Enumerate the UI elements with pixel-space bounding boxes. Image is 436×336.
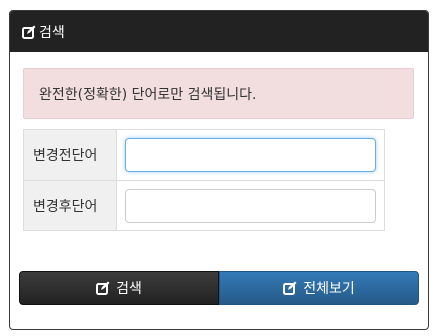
panel-title: 검색 xyxy=(39,24,65,41)
form-row-before: 변경전단어 xyxy=(23,129,385,181)
panel-header: 검색 xyxy=(10,11,428,52)
before-word-label: 변경전단어 xyxy=(23,129,117,181)
edit-icon xyxy=(283,281,297,295)
info-alert: 완전한(정확한) 단어로만 검색됩니다. xyxy=(23,68,414,119)
edit-icon xyxy=(96,281,110,295)
button-group: 검색 전체보기 xyxy=(19,271,419,305)
search-button[interactable]: 검색 xyxy=(19,271,219,305)
search-panel: 검색 완전한(정확한) 단어로만 검색됩니다. 변경전단어 변경후단어 검색 전… xyxy=(9,10,429,330)
before-word-input[interactable] xyxy=(125,138,376,172)
search-button-label: 검색 xyxy=(116,281,142,297)
edit-icon xyxy=(22,25,36,39)
replace-form: 변경전단어 변경후단어 xyxy=(23,129,385,231)
alert-message: 완전한(정확한) 단어로만 검색됩니다. xyxy=(39,86,257,103)
after-word-label: 변경후단어 xyxy=(23,180,117,231)
after-word-input[interactable] xyxy=(125,188,376,223)
view-all-button[interactable]: 전체보기 xyxy=(219,271,419,305)
view-all-button-label: 전체보기 xyxy=(303,281,355,297)
form-row-after: 변경후단어 xyxy=(23,180,385,231)
